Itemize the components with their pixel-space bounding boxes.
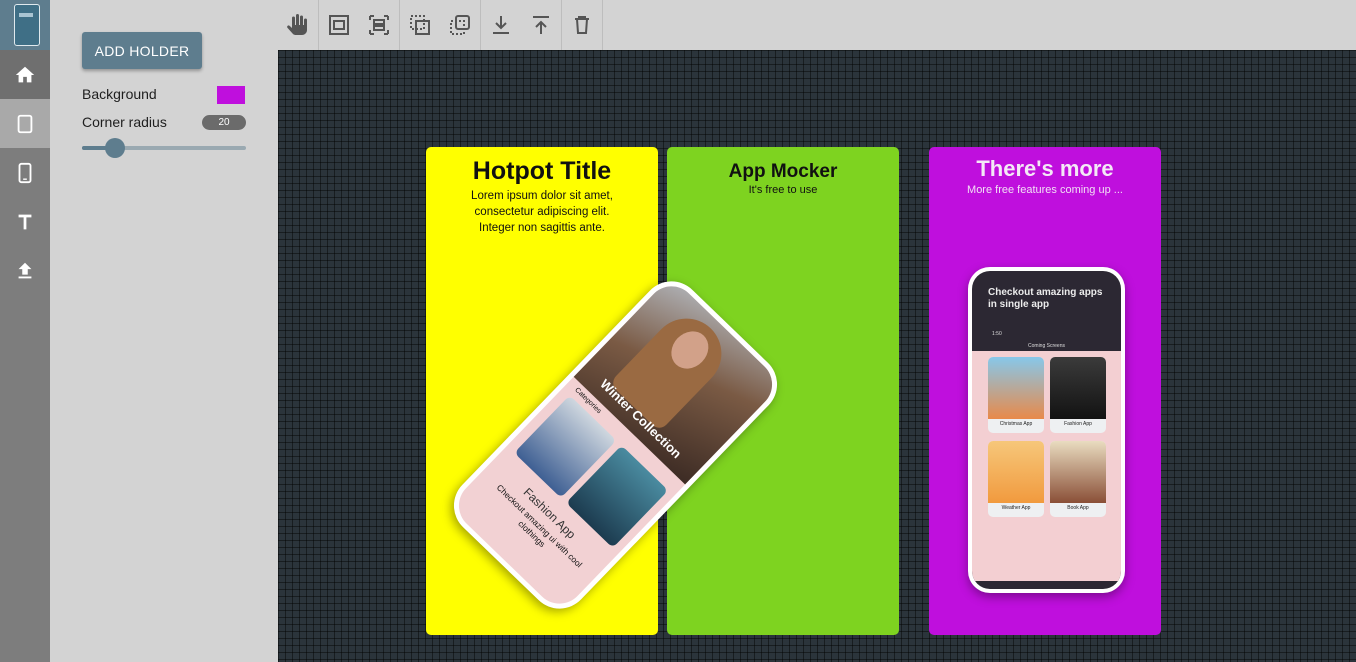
design-canvas[interactable]: Hotpot Title Lorem ipsum dolor sit amet,…: [278, 50, 1356, 662]
subtitle-line: Integer non sagittis ante.: [479, 222, 605, 234]
holder-title: Hotpot Title: [472, 157, 612, 185]
holder-title: App Mocker: [728, 161, 838, 182]
hand-tool[interactable]: [278, 0, 318, 50]
app-card-label: Book App: [1067, 505, 1089, 511]
subtitle-line: consectetur adipiscing elit.: [474, 206, 610, 218]
home-icon: [15, 66, 35, 82]
left-rail: [0, 0, 50, 662]
app-logo: [0, 0, 50, 50]
delete-tool[interactable]: [562, 0, 602, 50]
subtitle-line: Lorem ipsum dolor sit amet,: [471, 190, 613, 202]
holder-subtitle: Lorem ipsum dolor sit amet, consectetur …: [426, 188, 658, 236]
distribute-icon: [369, 15, 389, 35]
app-card-image: [1050, 441, 1106, 503]
slider-thumb[interactable]: [104, 138, 125, 158]
background-color-swatch[interactable]: [217, 86, 245, 104]
rail-text[interactable]: [0, 197, 50, 246]
fit-width-tool[interactable]: [319, 0, 359, 50]
holder-subtitle: It's free to use: [748, 184, 818, 196]
corner-radius-value: 20: [202, 115, 246, 130]
app-card-image: [1050, 357, 1106, 419]
upload-icon: [18, 262, 32, 278]
top-toolbar: [278, 0, 1356, 50]
phone-mockup-upright[interactable]: Checkout amazing apps in single app 1:50…: [968, 267, 1125, 593]
app-card[interactable]: Fashion App: [1050, 357, 1106, 433]
bring-forward-tool[interactable]: [440, 0, 480, 50]
screen-title: Coming Screens: [1028, 343, 1065, 349]
rail-home[interactable]: [0, 50, 50, 99]
app-card-label: Christmas App: [999, 421, 1033, 427]
app-card[interactable]: Book App: [1050, 441, 1106, 517]
bring-forward-icon: [450, 15, 470, 35]
send-backward-icon: [410, 15, 430, 35]
text-icon: [18, 214, 32, 229]
corner-radius-label: Corner radius: [82, 114, 167, 130]
app-card[interactable]: Weather App: [988, 441, 1044, 517]
hand-icon: [287, 14, 307, 35]
add-holder-button[interactable]: ADD HOLDER: [82, 32, 202, 69]
distribute-tool[interactable]: [359, 0, 399, 50]
phone-screen: Checkout amazing apps in single app 1:50…: [972, 271, 1121, 589]
app-card-image: [988, 357, 1044, 419]
rail-upload[interactable]: [0, 246, 50, 295]
tablet-icon: [17, 114, 33, 133]
properties-panel: ADD HOLDER Background Corner radius 20: [50, 0, 278, 662]
app-card-image: [988, 441, 1044, 503]
upload-tool[interactable]: [521, 0, 561, 50]
send-backward-tool[interactable]: [400, 0, 440, 50]
download-tool[interactable]: [481, 0, 521, 50]
phone-icon: [18, 162, 32, 183]
rail-tablet[interactable]: [0, 99, 50, 148]
app-card[interactable]: Christmas App: [988, 357, 1044, 433]
download-icon: [493, 16, 509, 34]
status-time: 1:50: [992, 331, 1002, 337]
app-card-label: Fashion App: [1064, 421, 1092, 427]
toolbar-divider: [602, 0, 603, 50]
app-card-label: Weather App: [1001, 505, 1031, 511]
rail-phone[interactable]: [0, 148, 50, 197]
fit-width-icon: [329, 15, 349, 35]
phone-headline: Checkout amazing apps in single app: [988, 287, 1103, 310]
trash-icon: [575, 16, 589, 34]
background-label: Background: [82, 86, 157, 102]
holder-subtitle: More free features coming up ...: [967, 184, 1123, 196]
holder-title: There's more: [976, 156, 1114, 181]
upload-icon: [533, 16, 549, 34]
